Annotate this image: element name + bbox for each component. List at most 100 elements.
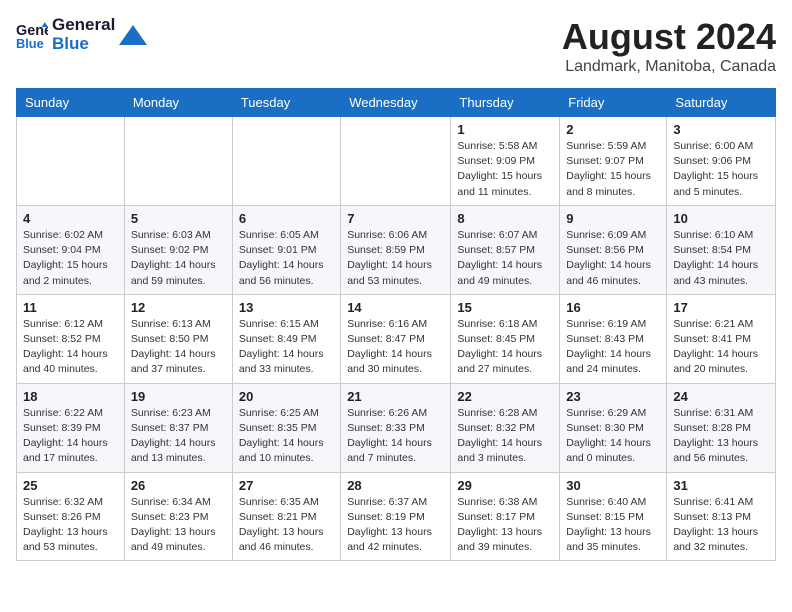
calendar-week-row: 25Sunrise: 6:32 AMSunset: 8:26 PMDayligh… (17, 472, 776, 561)
day-number: 27 (239, 478, 334, 493)
calendar-table: SundayMondayTuesdayWednesdayThursdayFrid… (16, 88, 776, 561)
day-info: Sunrise: 6:02 AMSunset: 9:04 PMDaylight:… (23, 228, 118, 289)
calendar-cell: 20 Sunrise: 6:25 AMSunset: 8:35 PMDayligh… (232, 383, 340, 472)
calendar-cell: 9Sunrise: 6:09 AMSunset: 8:56 PMDaylight… (560, 205, 667, 294)
calendar-cell: 26 Sunrise: 6:34 AMSunset: 8:23 PMDayligh… (124, 472, 232, 561)
calendar-cell: 23Sunrise: 6:29 AMSunset: 8:30 PMDayligh… (560, 383, 667, 472)
day-number: 31 (673, 478, 769, 493)
calendar-cell: 21 Sunrise: 6:26 AMSunset: 8:33 PMDayligh… (341, 383, 451, 472)
day-info: Sunrise: 6:26 AMSunset: 8:33 PMDaylight:… (347, 406, 444, 467)
calendar-cell: 25Sunrise: 6:32 AMSunset: 8:26 PMDayligh… (17, 472, 125, 561)
day-info: Sunrise: 6:22 AMSunset: 8:39 PMDaylight:… (23, 406, 118, 467)
day-number: 3 (673, 122, 769, 137)
day-info: Sunrise: 6:34 AMSunset: 8:23 PMDaylight:… (131, 495, 226, 556)
day-info: Sunrise: 6:31 AMSunset: 8:28 PMDaylight:… (673, 406, 769, 467)
calendar-week-row: 1 Sunrise: 5:58 AMSunset: 9:09 PMDaylight… (17, 117, 776, 206)
day-number: 19 (131, 389, 226, 404)
day-number: 11 (23, 300, 118, 315)
day-info: Sunrise: 6:15 AMSunset: 8:49 PMDaylight:… (239, 317, 334, 378)
day-info: Sunrise: 6:21 AMSunset: 8:41 PMDaylight:… (673, 317, 769, 378)
day-info: Sunrise: 6:12 AMSunset: 8:52 PMDaylight:… (23, 317, 118, 378)
day-info: Sunrise: 6:19 AMSunset: 8:43 PMDaylight:… (566, 317, 660, 378)
day-of-week-header: Tuesday (232, 89, 340, 117)
day-info: Sunrise: 6:16 AMSunset: 8:47 PMDaylight:… (347, 317, 444, 378)
day-number: 30 (566, 478, 660, 493)
calendar-cell: 24 Sunrise: 6:31 AMSunset: 8:28 PMDayligh… (667, 383, 776, 472)
calendar-cell (124, 117, 232, 206)
calendar-cell: 7Sunrise: 6:06 AMSunset: 8:59 PMDaylight… (341, 205, 451, 294)
day-number: 24 (673, 389, 769, 404)
day-info: Sunrise: 6:18 AMSunset: 8:45 PMDaylight:… (457, 317, 553, 378)
calendar-cell: 3 Sunrise: 6:00 AMSunset: 9:06 PMDaylight… (667, 117, 776, 206)
calendar-cell: 4 Sunrise: 6:02 AMSunset: 9:04 PMDaylight… (17, 205, 125, 294)
logo-icon: General Blue (16, 19, 48, 51)
day-info: Sunrise: 6:13 AMSunset: 8:50 PMDaylight:… (131, 317, 226, 378)
day-info: Sunrise: 6:38 AMSunset: 8:17 PMDaylight:… (457, 495, 553, 556)
day-info: Sunrise: 6:10 AMSunset: 8:54 PMDaylight:… (673, 228, 769, 289)
calendar-cell: 18Sunrise: 6:22 AMSunset: 8:39 PMDayligh… (17, 383, 125, 472)
day-of-week-header: Sunday (17, 89, 125, 117)
svg-text:Blue: Blue (16, 35, 44, 50)
page-header: General Blue General Blue August 2024 La… (16, 16, 776, 76)
day-number: 17 (673, 300, 769, 315)
calendar-cell: 22 Sunrise: 6:28 AMSunset: 8:32 PMDayligh… (451, 383, 560, 472)
day-info: Sunrise: 6:35 AMSunset: 8:21 PMDaylight:… (239, 495, 334, 556)
calendar-cell: 12 Sunrise: 6:13 AMSunset: 8:50 PMDayligh… (124, 294, 232, 383)
day-info: Sunrise: 6:03 AMSunset: 9:02 PMDaylight:… (131, 228, 226, 289)
calendar-cell: 28Sunrise: 6:37 AMSunset: 8:19 PMDayligh… (341, 472, 451, 561)
day-number: 5 (131, 211, 226, 226)
day-number: 6 (239, 211, 334, 226)
calendar-week-row: 4 Sunrise: 6:02 AMSunset: 9:04 PMDaylight… (17, 205, 776, 294)
day-info: Sunrise: 6:00 AMSunset: 9:06 PMDaylight:… (673, 139, 769, 200)
day-info: Sunrise: 6:25 AMSunset: 8:35 PMDaylight:… (239, 406, 334, 467)
day-number: 7 (347, 211, 444, 226)
location-subtitle: Landmark, Manitoba, Canada (562, 58, 776, 76)
day-info: Sunrise: 5:58 AMSunset: 9:09 PMDaylight:… (457, 139, 553, 200)
day-number: 29 (457, 478, 553, 493)
calendar-cell: 13 Sunrise: 6:15 AMSunset: 8:49 PMDayligh… (232, 294, 340, 383)
day-number: 25 (23, 478, 118, 493)
calendar-week-row: 18Sunrise: 6:22 AMSunset: 8:39 PMDayligh… (17, 383, 776, 472)
day-info: Sunrise: 6:29 AMSunset: 8:30 PMDaylight:… (566, 406, 660, 467)
day-of-week-header: Thursday (451, 89, 560, 117)
day-info: Sunrise: 6:05 AMSunset: 9:01 PMDaylight:… (239, 228, 334, 289)
calendar-cell: 10Sunrise: 6:10 AMSunset: 8:54 PMDayligh… (667, 205, 776, 294)
calendar-cell: 29 Sunrise: 6:38 AMSunset: 8:17 PMDayligh… (451, 472, 560, 561)
day-number: 21 (347, 389, 444, 404)
day-of-week-header: Wednesday (341, 89, 451, 117)
day-number: 12 (131, 300, 226, 315)
day-number: 15 (457, 300, 553, 315)
day-of-week-header: Monday (124, 89, 232, 117)
day-number: 2 (566, 122, 660, 137)
calendar-cell: 5 Sunrise: 6:03 AMSunset: 9:02 PMDaylight… (124, 205, 232, 294)
day-info: Sunrise: 6:28 AMSunset: 8:32 PMDaylight:… (457, 406, 553, 467)
calendar-cell (17, 117, 125, 206)
calendar-header-row: SundayMondayTuesdayWednesdayThursdayFrid… (17, 89, 776, 117)
day-info: Sunrise: 6:40 AMSunset: 8:15 PMDaylight:… (566, 495, 660, 556)
day-number: 9 (566, 211, 660, 226)
day-number: 14 (347, 300, 444, 315)
logo-arrow-icon (119, 21, 147, 49)
day-number: 1 (457, 122, 553, 137)
day-info: Sunrise: 5:59 AMSunset: 9:07 PMDaylight:… (566, 139, 660, 200)
calendar-cell: 31 Sunrise: 6:41 AMSunset: 8:13 PMDayligh… (667, 472, 776, 561)
day-number: 20 (239, 389, 334, 404)
day-info: Sunrise: 6:07 AMSunset: 8:57 PMDaylight:… (457, 228, 553, 289)
calendar-cell: 15 Sunrise: 6:18 AMSunset: 8:45 PMDayligh… (451, 294, 560, 383)
calendar-cell (341, 117, 451, 206)
day-number: 26 (131, 478, 226, 493)
day-info: Sunrise: 6:37 AMSunset: 8:19 PMDaylight:… (347, 495, 444, 556)
day-number: 8 (457, 211, 553, 226)
day-number: 13 (239, 300, 334, 315)
month-year-title: August 2024 (562, 16, 776, 58)
day-of-week-header: Friday (560, 89, 667, 117)
day-number: 22 (457, 389, 553, 404)
calendar-cell: 19Sunrise: 6:23 AMSunset: 8:37 PMDayligh… (124, 383, 232, 472)
day-number: 4 (23, 211, 118, 226)
logo-text-general: General (52, 16, 115, 35)
calendar-cell: 6 Sunrise: 6:05 AMSunset: 9:01 PMDaylight… (232, 205, 340, 294)
day-number: 16 (566, 300, 660, 315)
day-of-week-header: Saturday (667, 89, 776, 117)
calendar-cell: 2 Sunrise: 5:59 AMSunset: 9:07 PMDaylight… (560, 117, 667, 206)
day-info: Sunrise: 6:41 AMSunset: 8:13 PMDaylight:… (673, 495, 769, 556)
